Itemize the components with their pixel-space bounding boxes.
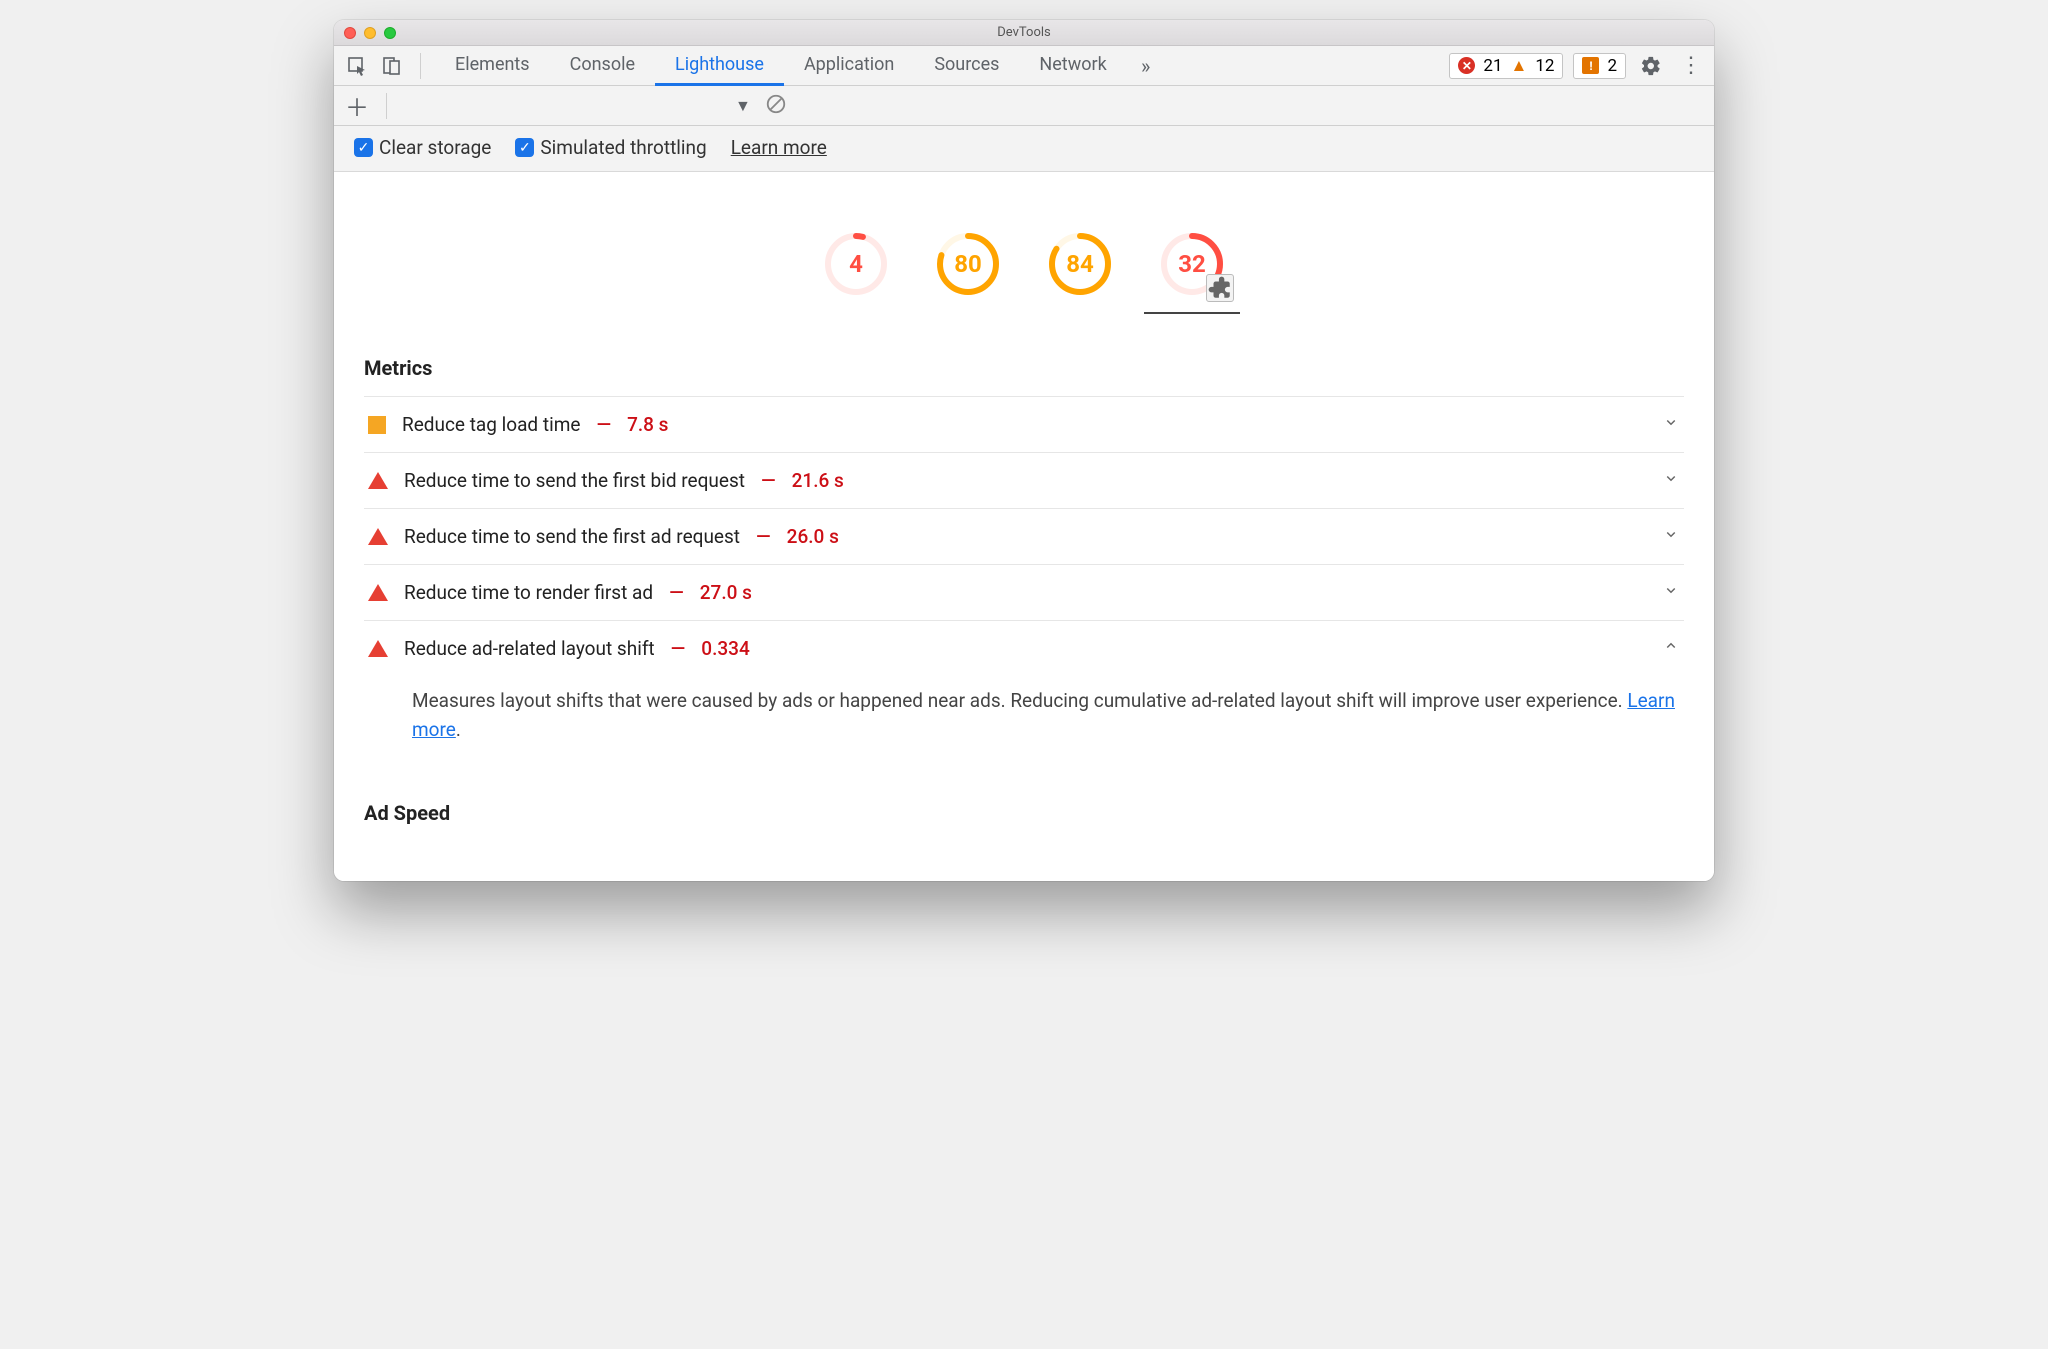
chevron-up-icon <box>1662 637 1680 660</box>
lighthouse-toolbar: ＋ ▼ <box>334 86 1714 126</box>
triangle-icon <box>368 528 388 545</box>
metric-separator: — <box>671 637 686 660</box>
score-gauge[interactable]: 32 <box>1160 232 1224 296</box>
metric-separator: — <box>761 469 776 492</box>
divider <box>386 93 387 119</box>
issue-count: 2 <box>1607 56 1617 76</box>
metric-value: 21.6 s <box>792 469 844 492</box>
square-icon <box>368 416 386 434</box>
metric-label: Reduce ad-related layout shift <box>404 637 655 660</box>
more-tabs-icon[interactable]: » <box>1131 51 1161 81</box>
score-value: 84 <box>1048 232 1112 296</box>
metric-label: Reduce time to send the first bid reques… <box>404 469 745 492</box>
new-report-button[interactable]: ＋ <box>342 88 372 123</box>
tab-application[interactable]: Application <box>784 46 914 86</box>
triangle-icon <box>368 640 388 657</box>
tab-elements[interactable]: Elements <box>435 46 550 86</box>
lighthouse-report: 4 80 84 32 Metrics Reduce tag load time — 7.8… <box>334 172 1714 881</box>
tab-sources[interactable]: Sources <box>914 46 1019 86</box>
metric-value: 26.0 s <box>787 525 839 548</box>
chevron-down-icon <box>1662 469 1680 492</box>
metrics-list: Reduce tag load time — 7.8 s Reduce time to… <box>364 396 1684 771</box>
error-icon: ✕ <box>1458 57 1475 74</box>
checkbox-checked-icon: ✓ <box>515 138 534 157</box>
checkbox-checked-icon: ✓ <box>354 138 373 157</box>
kebab-menu-icon[interactable]: ⋮ <box>1676 51 1706 81</box>
metrics-heading: Metrics <box>364 356 1684 380</box>
score-gauge[interactable]: 80 <box>936 232 1000 296</box>
dropdown-caret-icon[interactable]: ▼ <box>735 96 751 116</box>
devtools-window: DevTools ElementsConsoleLighthouseApplic… <box>334 20 1714 881</box>
triangle-icon <box>368 472 388 489</box>
titlebar: DevTools <box>334 20 1714 46</box>
simulated-throttling-checkbox[interactable]: ✓ Simulated throttling <box>515 136 706 159</box>
console-counters[interactable]: ✕ 21 ▲ 12 <box>1449 53 1563 79</box>
lighthouse-options: ✓ Clear storage ✓ Simulated throttling L… <box>334 126 1714 172</box>
warning-count: 12 <box>1535 56 1554 76</box>
metric-label: Reduce tag load time <box>402 413 580 436</box>
ad-speed-heading: Ad Speed <box>364 801 1684 825</box>
metric-separator: — <box>596 413 611 436</box>
chevron-down-icon <box>1662 525 1680 548</box>
metric-value: 27.0 s <box>700 581 752 604</box>
score-gauges: 4 80 84 32 <box>364 192 1684 326</box>
device-toolbar-icon[interactable] <box>376 51 406 81</box>
clear-storage-label: Clear storage <box>379 136 491 159</box>
tab-lighthouse[interactable]: Lighthouse <box>655 46 784 86</box>
metric-label: Reduce time to send the first ad request <box>404 525 740 548</box>
triangle-icon <box>368 584 388 601</box>
metric-description: Measures layout shifts that were caused … <box>364 676 1684 771</box>
issues-counter[interactable]: ! 2 <box>1573 53 1626 79</box>
score-gauge[interactable]: 84 <box>1048 232 1112 296</box>
score-value: 4 <box>824 232 888 296</box>
issue-icon: ! <box>1582 57 1599 74</box>
error-count: 21 <box>1483 56 1502 76</box>
plugin-icon <box>1206 274 1234 302</box>
metric-separator: — <box>669 581 684 604</box>
settings-icon[interactable] <box>1636 51 1666 81</box>
tab-console[interactable]: Console <box>550 46 655 86</box>
metric-label: Reduce time to render first ad <box>404 581 653 604</box>
metric-value: 7.8 s <box>627 413 668 436</box>
warning-icon: ▲ <box>1511 56 1528 76</box>
metric-row[interactable]: Reduce time to send the first ad request… <box>364 508 1684 564</box>
metric-separator: — <box>756 525 771 548</box>
metric-learn-more-link[interactable]: Learn more <box>412 689 1675 741</box>
chevron-down-icon <box>1662 581 1680 604</box>
clear-icon[interactable] <box>765 93 787 119</box>
metric-value: 0.334 <box>701 637 749 660</box>
divider <box>420 53 421 79</box>
inspect-element-icon[interactable] <box>342 51 372 81</box>
chevron-down-icon <box>1662 413 1680 436</box>
learn-more-link[interactable]: Learn more <box>731 136 827 159</box>
window-title: DevTools <box>334 25 1714 40</box>
metric-row[interactable]: Reduce time to send the first bid reques… <box>364 452 1684 508</box>
tab-network[interactable]: Network <box>1019 46 1126 86</box>
devtools-tabbar: ElementsConsoleLighthouseApplicationSour… <box>334 46 1714 86</box>
simulated-throttling-label: Simulated throttling <box>540 136 706 159</box>
clear-storage-checkbox[interactable]: ✓ Clear storage <box>354 136 491 159</box>
metric-row[interactable]: Reduce time to render first ad — 27.0 s <box>364 564 1684 620</box>
metric-row[interactable]: Reduce tag load time — 7.8 s <box>364 396 1684 452</box>
score-value: 80 <box>936 232 1000 296</box>
metric-row[interactable]: Reduce ad-related layout shift — 0.334 <box>364 620 1684 676</box>
tabs: ElementsConsoleLighthouseApplicationSour… <box>435 46 1127 86</box>
score-gauge[interactable]: 4 <box>824 232 888 296</box>
